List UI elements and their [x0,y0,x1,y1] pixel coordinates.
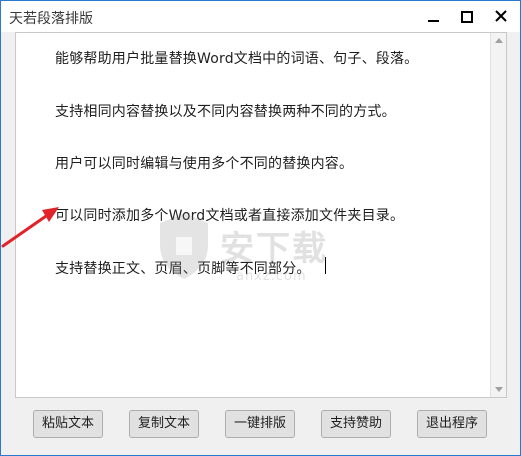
maximize-icon [461,11,473,23]
close-button[interactable] [484,1,518,32]
minimize-icon [428,20,439,22]
close-icon [495,10,507,22]
editor-line: 可以同时添加多个Word文档或者直接添加文件夹目录。 [55,208,405,224]
editor-line: 支持替换正文、页眉、页脚等不同部分。 [55,261,311,277]
text-editor[interactable]: 能够帮助用户批量替换Word文档中的词语、句子、段落。 支持相同内容替换以及不同… [15,32,507,398]
text-caret [325,257,326,274]
title-bar[interactable]: 天若段落排版 [1,1,520,32]
editor-line: 用户可以同时编辑与使用多个不同的替换内容。 [55,156,354,172]
editor-line: 能够帮助用户批量替换Word文档中的词语、句子、段落。 [55,51,419,67]
scroll-down-icon[interactable] [495,387,503,392]
support-donate-button[interactable]: 支持赞助 [321,410,391,438]
window-title: 天若段落排版 [9,11,93,27]
one-click-format-button[interactable]: 一键排版 [225,410,295,438]
copy-text-button[interactable]: 复制文本 [129,410,199,438]
maximize-button[interactable] [450,1,484,32]
scroll-up-icon[interactable] [495,38,503,43]
exit-program-button[interactable]: 退出程序 [417,410,487,438]
vertical-scrollbar[interactable] [490,33,506,397]
editor-line: 支持相同内容替换以及不同内容替换两种不同的方式。 [55,104,396,120]
paste-text-button[interactable]: 粘贴文本 [33,410,103,438]
app-window: 天若段落排版 能够帮助用户批量替换Word文档中的词语、句子、段落。 支持相同内… [0,0,521,456]
minimize-button[interactable] [416,1,450,32]
